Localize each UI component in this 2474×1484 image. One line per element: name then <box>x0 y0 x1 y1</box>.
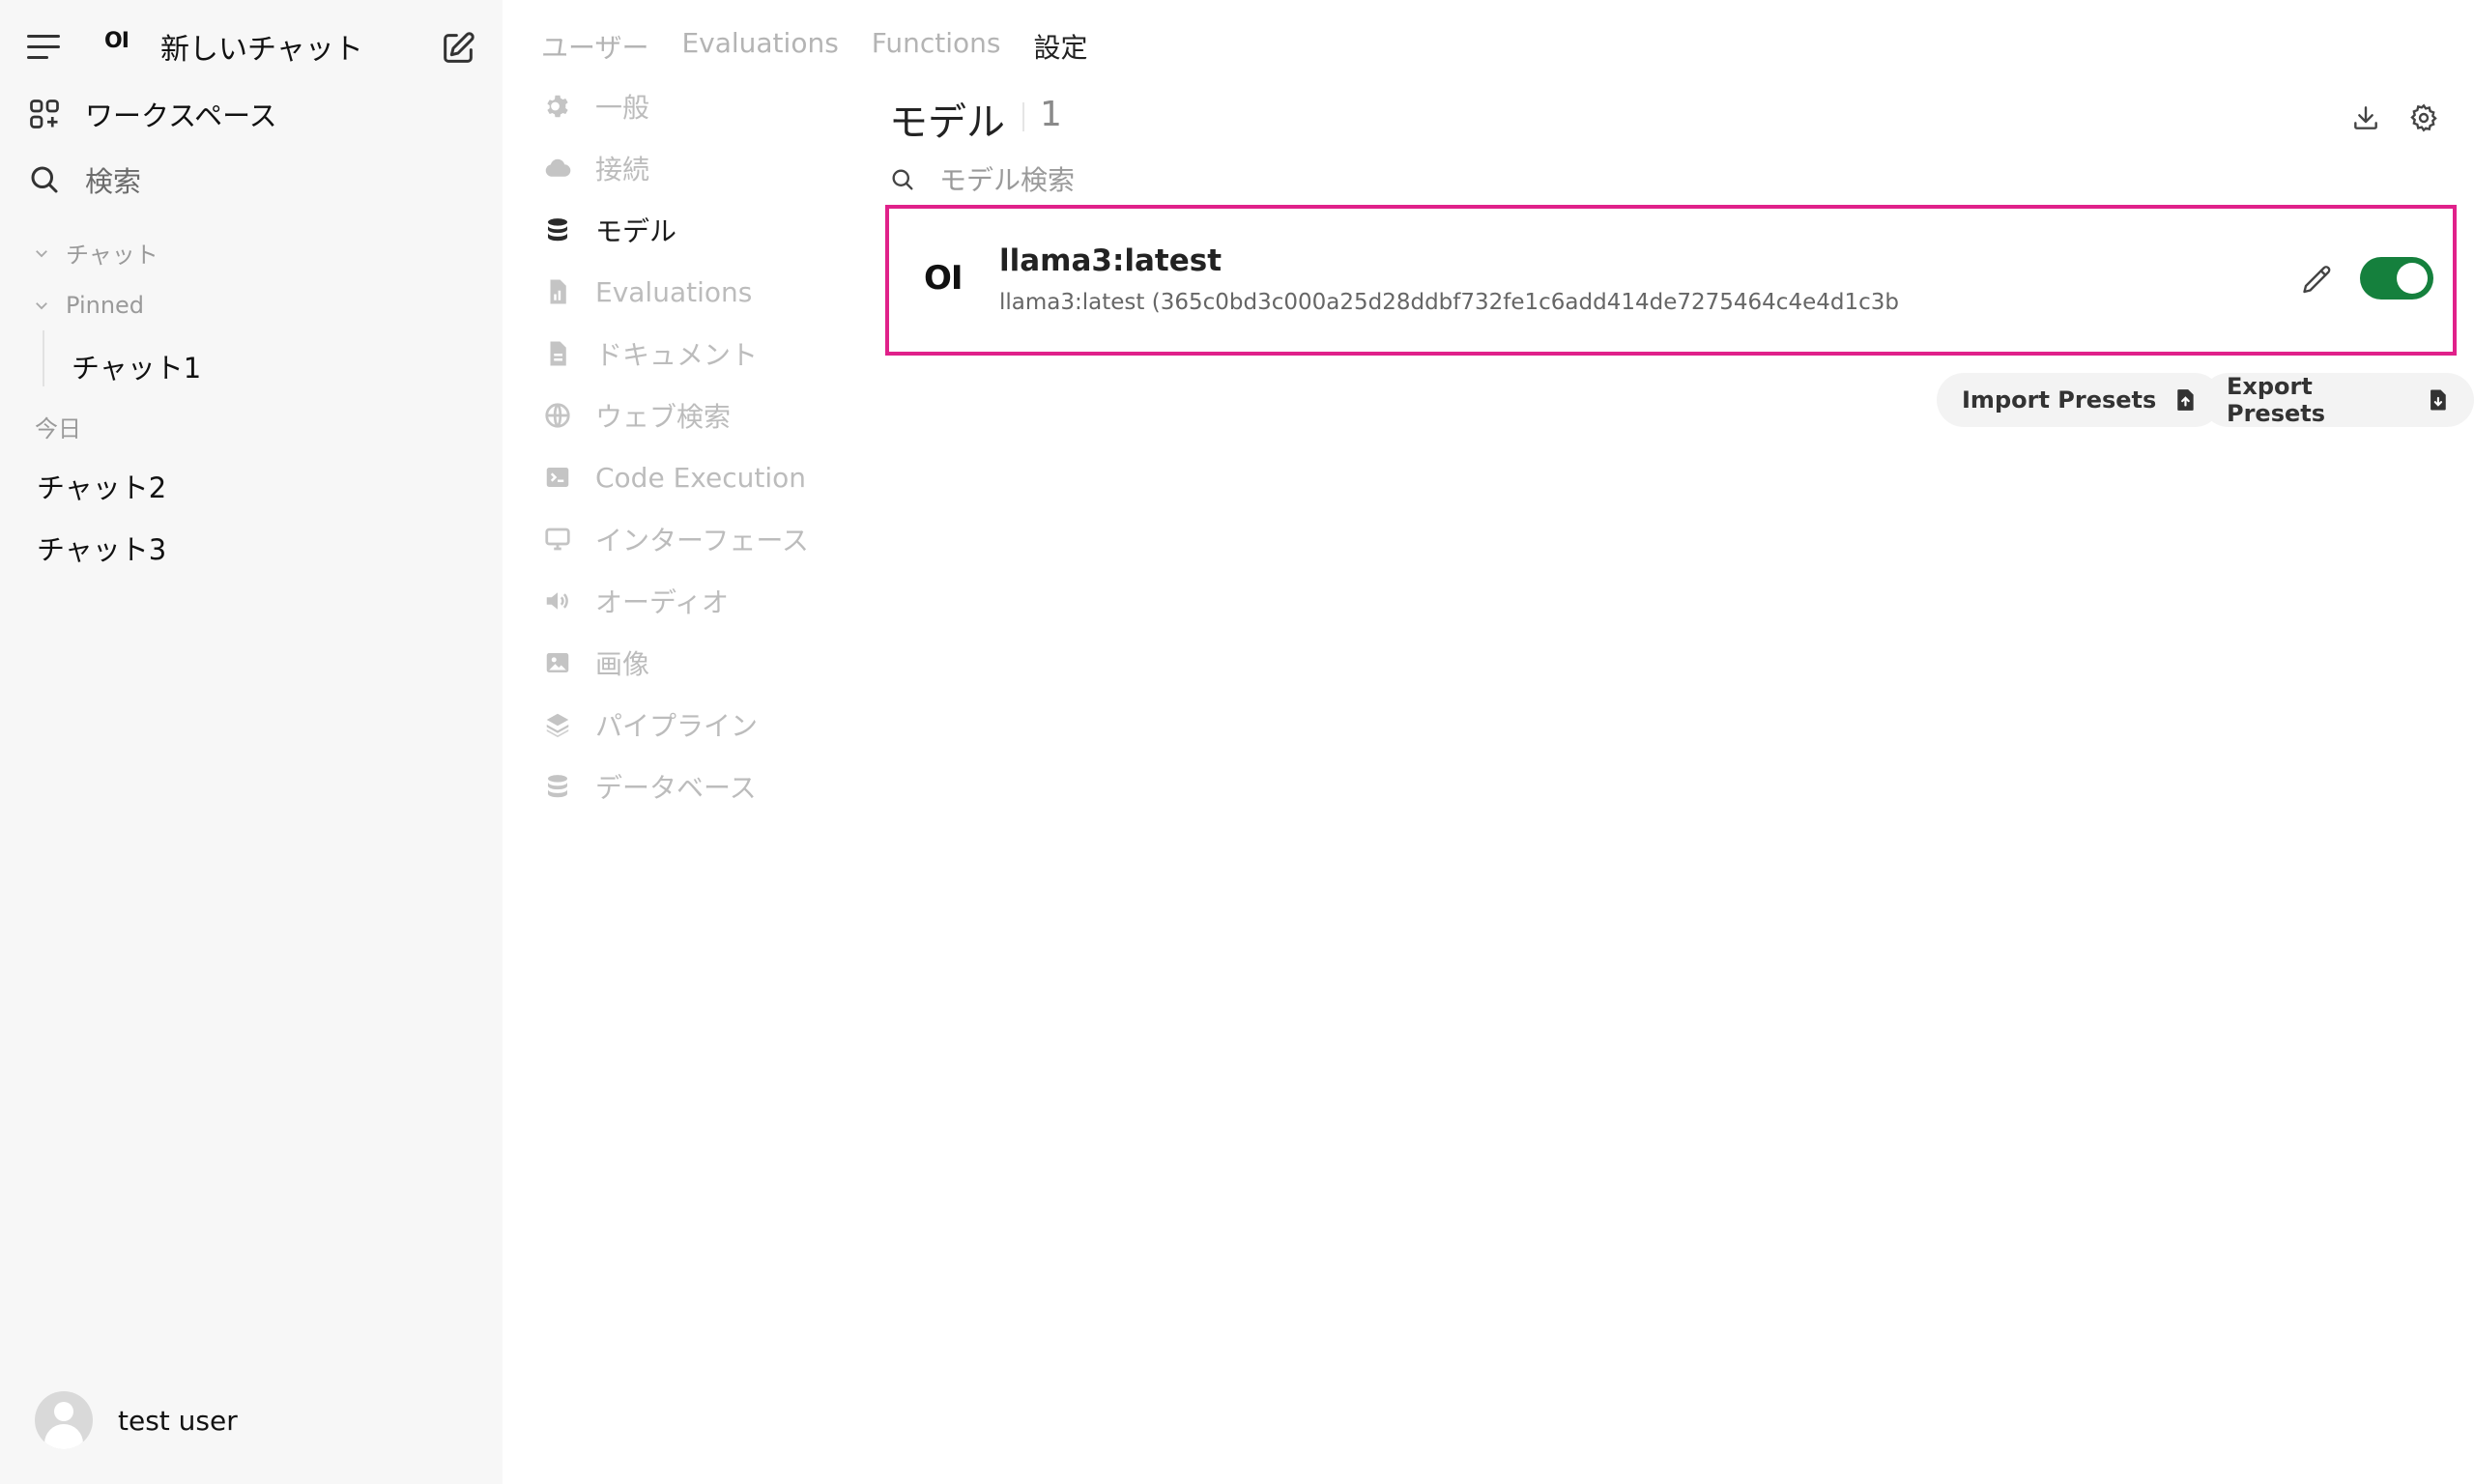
section-chats[interactable]: チャット <box>33 236 158 270</box>
import-presets-button[interactable]: Import Presets <box>1937 373 2223 427</box>
section-pinned[interactable]: Pinned <box>33 292 144 319</box>
model-card[interactable]: OI llama3:latest llama3:latest (365c0bd3… <box>885 205 2457 356</box>
settings-nav-label: Evaluations <box>595 275 753 308</box>
speaker-icon <box>546 592 568 610</box>
pencil-icon[interactable] <box>2300 263 2335 298</box>
settings-nav-images[interactable]: 画像 <box>543 642 649 684</box>
chat-item-pinned[interactable]: チャット1 <box>72 346 201 386</box>
workspace-label: ワークスペース <box>85 100 277 132</box>
settings-nav-label: データベース <box>595 772 757 804</box>
settings-nav-documents[interactable]: ドキュメント <box>543 332 758 375</box>
export-presets-label: Export Presets <box>2227 373 2326 427</box>
model-description: llama3:latest (365c0bd3c000a25d28ddbf732… <box>999 290 1899 315</box>
document-chart-icon <box>550 279 566 304</box>
user-name: test user <box>118 1404 238 1437</box>
document-icon <box>550 341 566 366</box>
settings-nav-label: ドキュメント <box>595 339 759 371</box>
new-chat-icon[interactable] <box>439 29 477 68</box>
settings-nav-pipelines[interactable]: パイプライン <box>543 703 758 746</box>
gear-icon[interactable] <box>2408 102 2439 133</box>
tab-functions[interactable]: Functions <box>872 27 1001 66</box>
admin-tabs: ユーザー Evaluations Functions 設定 <box>541 27 1087 66</box>
tab-evaluations[interactable]: Evaluations <box>681 27 838 66</box>
settings-nav-label: Code Execution <box>595 461 806 494</box>
download-icon[interactable] <box>2350 102 2381 133</box>
brand-logo[interactable]: OI <box>104 29 129 53</box>
settings-nav-label: ウェブ検索 <box>595 401 732 433</box>
settings-nav-label: インターフェース <box>595 525 809 556</box>
toggle-knob <box>2397 263 2428 294</box>
gear-icon <box>547 95 568 118</box>
model-logo: OI <box>924 259 964 298</box>
terminal-icon <box>546 468 569 487</box>
new-chat-label[interactable]: 新しいチャット <box>160 25 363 68</box>
settings-nav-code-execution[interactable]: Code Execution <box>543 456 806 499</box>
settings-nav-label: 画像 <box>595 648 650 680</box>
avatar <box>35 1391 93 1449</box>
file-upload-icon <box>2177 389 2194 411</box>
tab-users[interactable]: ユーザー <box>541 27 648 66</box>
page-title: モデル <box>889 100 1005 145</box>
settings-nav-interface[interactable]: インターフェース <box>543 518 809 560</box>
pinned-divider <box>43 330 44 386</box>
chevron-down-icon <box>36 249 47 257</box>
search-icon <box>31 166 58 193</box>
layers-icon <box>546 713 569 738</box>
file-download-icon <box>2431 389 2446 411</box>
search-icon <box>892 169 913 190</box>
export-presets-button[interactable]: Export Presets <box>2201 373 2474 427</box>
cloud-icon <box>545 158 571 177</box>
settings-nav-general[interactable]: 一般 <box>543 85 649 128</box>
workspace-icon <box>30 100 59 128</box>
import-presets-label: Import Presets <box>1962 386 2157 414</box>
tab-settings[interactable]: 設定 <box>1033 27 1087 66</box>
monitor-icon <box>545 528 570 551</box>
model-name: llama3:latest <box>999 243 1223 278</box>
search-label: 検索 <box>85 165 142 198</box>
menu-icon[interactable] <box>27 33 62 62</box>
section-pinned-label: Pinned <box>66 292 145 319</box>
workspace-link[interactable]: ワークスペース <box>27 93 277 135</box>
database-icon <box>548 218 567 242</box>
settings-nav-evaluations[interactable]: Evaluations <box>543 271 752 313</box>
settings-nav-audio[interactable]: オーディオ <box>543 580 729 622</box>
sidebar: OI 新しいチャット ワークスペース 検索 チャット Pinned チャット1 … <box>0 0 503 1484</box>
settings-nav-database[interactable]: データベース <box>543 765 757 808</box>
sidebar-search[interactable]: 検索 <box>27 158 141 201</box>
chat-item[interactable]: チャット2 <box>37 466 166 506</box>
settings-nav-connections[interactable]: 接続 <box>543 147 649 189</box>
settings-nav-label: オーディオ <box>595 586 730 618</box>
settings-nav-label: パイプライン <box>595 710 759 742</box>
settings-nav-label: モデル <box>595 215 677 247</box>
settings-nav-models[interactable]: モデル <box>543 209 676 251</box>
model-enabled-toggle[interactable] <box>2360 257 2433 300</box>
image-icon <box>546 653 569 672</box>
sidebar-header: OI 新しいチャット <box>0 0 503 95</box>
model-search-input[interactable] <box>939 158 1519 201</box>
settings-nav-label: 接続 <box>595 154 650 186</box>
settings-nav-label: 一般 <box>595 92 650 124</box>
database-icon <box>548 775 567 798</box>
chat-item[interactable]: チャット3 <box>37 528 166 568</box>
section-chats-label: チャット <box>66 242 158 269</box>
user-menu[interactable]: test user <box>35 1391 238 1449</box>
count-divider <box>1022 102 1024 131</box>
section-today: 今日 <box>35 415 81 442</box>
chevron-down-icon <box>36 302 47 310</box>
settings-nav-web-search[interactable]: ウェブ検索 <box>543 394 731 437</box>
model-count: 1 <box>1040 95 1062 134</box>
globe-icon <box>545 403 570 428</box>
